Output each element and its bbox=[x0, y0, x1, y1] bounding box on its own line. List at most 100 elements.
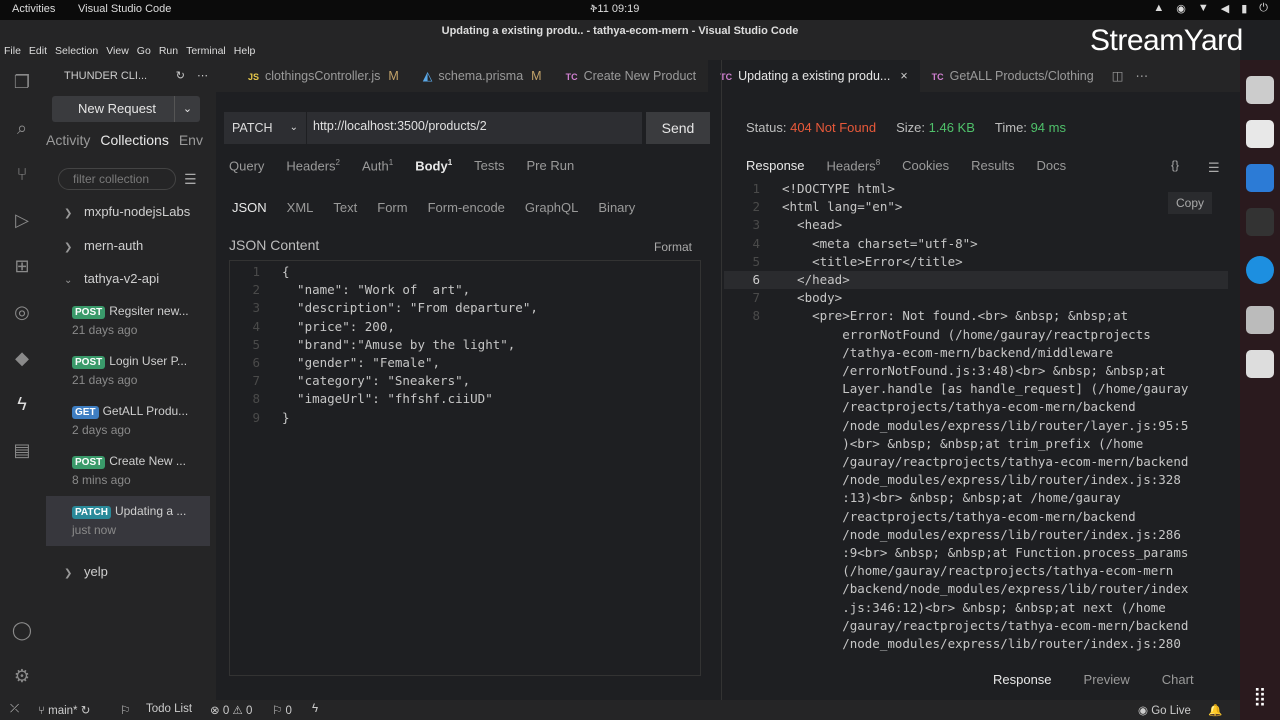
tab-results[interactable]: Results bbox=[971, 158, 1014, 173]
tab-pre-run[interactable]: Pre Run bbox=[527, 158, 575, 173]
code-line[interactable]: 5 "brand":"Amuse by the light", bbox=[230, 336, 700, 354]
extensions-icon[interactable]: ⊞ bbox=[10, 254, 34, 278]
menu-go[interactable]: Go bbox=[137, 42, 151, 60]
response-line[interactable]: :9<br> &nbsp; &nbsp;at Function.process_… bbox=[724, 544, 1228, 562]
code-line[interactable]: 1{ bbox=[230, 263, 700, 281]
tab-env[interactable]: Env bbox=[179, 132, 203, 148]
copy-button[interactable]: Copy bbox=[1168, 192, 1212, 214]
tab-response-view[interactable]: Response bbox=[993, 672, 1052, 687]
todo-list[interactable]: Todo List bbox=[146, 703, 192, 715]
filter-collection-input[interactable]: filter collection bbox=[58, 168, 176, 190]
wifi-icon[interactable]: ▼ bbox=[1198, 2, 1209, 15]
ssd-drive-icon[interactable] bbox=[1246, 306, 1274, 334]
live-share-icon[interactable]: ⚐ bbox=[120, 703, 130, 717]
response-line[interactable]: 4 <meta charset="utf-8"> bbox=[724, 235, 1228, 253]
remote-icon[interactable]: ⤫ bbox=[10, 703, 19, 716]
close-icon[interactable]: × bbox=[900, 69, 907, 83]
trash-icon[interactable] bbox=[1246, 350, 1274, 378]
tab-tests[interactable]: Tests bbox=[474, 158, 504, 173]
code-line[interactable]: 4 "price": 200, bbox=[230, 318, 700, 336]
tab-updating-product[interactable]: TC Updating a existing produ... × bbox=[708, 60, 920, 92]
response-body[interactable]: 1 <!DOCTYPE html> 2 <html lang="en"> 3 <head… bbox=[724, 180, 1234, 666]
response-line[interactable]: 1 <!DOCTYPE html> bbox=[724, 180, 1228, 198]
tab-form-encode[interactable]: Form-encode bbox=[428, 200, 505, 215]
tab-collections[interactable]: Collections bbox=[100, 132, 168, 148]
code-line[interactable]: 3 "description": "From departure", bbox=[230, 299, 700, 317]
files-app-icon[interactable] bbox=[1246, 76, 1274, 104]
tab-xml[interactable]: XML bbox=[287, 200, 314, 215]
tab-graphql[interactable]: GraphQL bbox=[525, 200, 578, 215]
menu-help[interactable]: Help bbox=[234, 42, 256, 60]
chevron-down-icon[interactable]: ⌄ bbox=[174, 96, 200, 122]
code-line[interactable]: 6 "gender": "Female", bbox=[230, 354, 700, 372]
folder-item[interactable]: ❯ mxpfu-nodejsLabs bbox=[64, 204, 190, 219]
request-item[interactable]: POST Regsiter new... 21 days ago bbox=[46, 300, 210, 337]
office-app-icon[interactable] bbox=[1246, 120, 1274, 148]
request-item-selected[interactable]: PATCH Updating a ... just now bbox=[46, 496, 210, 546]
menu-view[interactable]: View bbox=[106, 42, 129, 60]
system-tray[interactable]: ▲ ◉ ▼ ◀ ▮ ⏻ bbox=[1153, 2, 1268, 15]
tab-json[interactable]: JSON bbox=[232, 200, 267, 215]
menu-file[interactable]: File bbox=[4, 42, 21, 60]
response-line[interactable]: /tathya-ecom-mern/backend/middleware bbox=[724, 344, 1228, 362]
more-actions-icon[interactable]: ⋯ bbox=[1130, 60, 1155, 92]
response-line[interactable]: /backend/node_modules/express/lib/router… bbox=[724, 580, 1228, 598]
response-line[interactable]: 6 </head> bbox=[724, 271, 1228, 290]
tab-schema-prisma[interactable]: ◭ schema.prisma M bbox=[411, 60, 554, 92]
split-editor-icon[interactable]: ◫ bbox=[1106, 60, 1130, 92]
request-item[interactable]: POST Login User P... 21 days ago bbox=[46, 350, 210, 387]
request-item[interactable]: POST Create New ... 8 mins ago bbox=[46, 450, 210, 487]
tab-response-headers[interactable]: Headers8 bbox=[827, 158, 881, 173]
send-button[interactable]: Send bbox=[646, 112, 710, 144]
go-live-button[interactable]: ◉ Go Live bbox=[1138, 703, 1191, 717]
tab-cookies[interactable]: Cookies bbox=[902, 158, 949, 173]
tab-activity[interactable]: Activity bbox=[46, 132, 90, 148]
response-line[interactable]: /node_modules/express/lib/router/layer.j… bbox=[724, 417, 1228, 435]
more-icon[interactable]: ⋯ bbox=[197, 60, 208, 92]
run-debug-icon[interactable]: ▷ bbox=[10, 208, 34, 232]
account-icon[interactable]: ◯ bbox=[10, 618, 34, 642]
tab-headers[interactable]: Headers2 bbox=[286, 158, 340, 173]
menu-run[interactable]: Run bbox=[159, 42, 178, 60]
vscode-app-icon[interactable] bbox=[1246, 164, 1274, 192]
response-line[interactable]: errorNotFound (/home/gauray/reactproject… bbox=[724, 326, 1228, 344]
folder-item[interactable]: ⌄ tathya-v2-api bbox=[64, 271, 159, 286]
response-line[interactable]: 3 <head> bbox=[724, 216, 1228, 234]
code-line[interactable]: 7 "category": "Sneakers", bbox=[230, 372, 700, 390]
new-request-button[interactable]: New Request ⌄ bbox=[52, 96, 200, 122]
response-line[interactable]: 2 <html lang="en"> bbox=[724, 198, 1228, 216]
thunder-client-icon[interactable]: ϟ bbox=[10, 392, 34, 416]
power-icon[interactable]: ⏻ bbox=[1259, 2, 1268, 15]
show-apps-icon[interactable]: ⣿ bbox=[1246, 682, 1274, 710]
tab-binary[interactable]: Binary bbox=[598, 200, 635, 215]
code-line[interactable]: 8 "imageUrl": "fhfshf.ciiUD" bbox=[230, 390, 700, 408]
response-line[interactable]: /gauray/reactprojects/tathya-ecom-mern/b… bbox=[724, 617, 1228, 635]
refresh-icon[interactable]: ↻ bbox=[176, 60, 185, 92]
response-line[interactable]: :13)<br> &nbsp; &nbsp;at /home/gauray bbox=[724, 489, 1228, 507]
code-line[interactable]: 2 "name": "Work of art", bbox=[230, 281, 700, 299]
menu-terminal[interactable]: Terminal bbox=[186, 42, 226, 60]
terminal-app-icon[interactable] bbox=[1246, 208, 1274, 236]
panel-divider[interactable] bbox=[721, 60, 722, 700]
response-line[interactable]: /errorNotFound.js:3:48)<br> &nbsp; &nbsp… bbox=[724, 362, 1228, 380]
response-line[interactable]: 5 <title>Error</title> bbox=[724, 253, 1228, 271]
response-line[interactable]: (/home/gauray/reactprojects/tathya-ecom-… bbox=[724, 562, 1228, 580]
response-line[interactable]: 7 <body> bbox=[724, 289, 1228, 307]
url-input[interactable]: http://localhost:3500/products/2 bbox=[306, 112, 642, 144]
ports-indicator[interactable]: ⚐ 0 bbox=[272, 703, 292, 717]
response-line[interactable]: /reactprojects/tathya-ecom-mern/backend bbox=[724, 398, 1228, 416]
explorer-icon[interactable]: ❐ bbox=[10, 70, 34, 94]
menu-edit[interactable]: Edit bbox=[29, 42, 47, 60]
tab-docs[interactable]: Docs bbox=[1036, 158, 1066, 173]
tab-query[interactable]: Query bbox=[229, 158, 264, 173]
tab-chart[interactable]: Chart bbox=[1162, 672, 1194, 687]
volume-icon[interactable]: ◀ bbox=[1221, 2, 1229, 15]
response-line[interactable]: )<br> &nbsp; &nbsp;at trim_prefix (/home bbox=[724, 435, 1228, 453]
docker-icon[interactable]: ◆ bbox=[10, 346, 34, 370]
menu-selection[interactable]: Selection bbox=[55, 42, 98, 60]
github-icon[interactable]: ◎ bbox=[10, 300, 34, 324]
tab-clothings-controller[interactable]: JS clothingsController.js M bbox=[216, 60, 411, 92]
response-line[interactable]: Layer.handle [as handle_request] (/home/… bbox=[724, 380, 1228, 398]
docker-app-icon[interactable] bbox=[1246, 256, 1274, 284]
response-line[interactable]: /node_modules/express/lib/router/index.j… bbox=[724, 526, 1228, 544]
